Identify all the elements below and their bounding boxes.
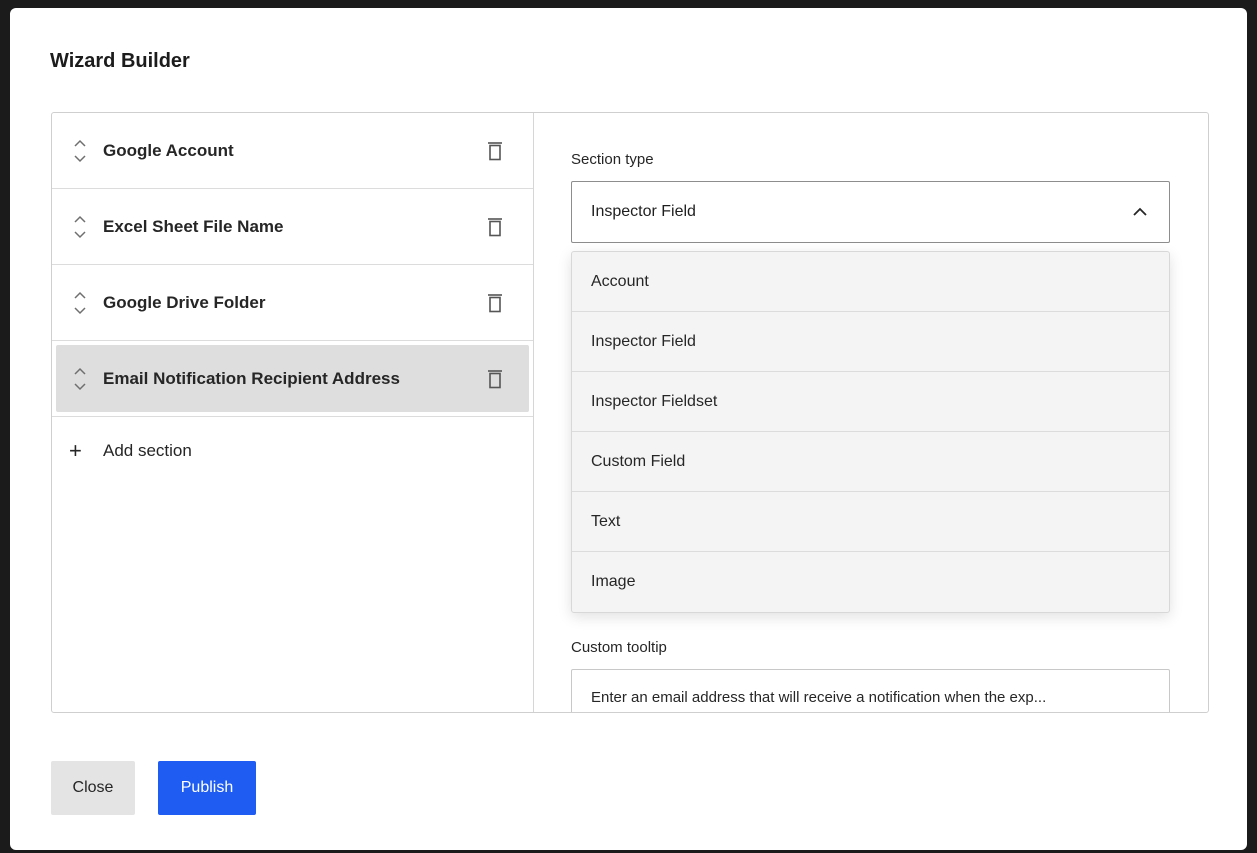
section-label: Email Notification Recipient Address [103, 368, 400, 388]
dropdown-option-inspector-fieldset[interactable]: Inspector Fieldset [572, 372, 1169, 432]
close-button[interactable]: Close [51, 761, 135, 815]
drag-sort-icon[interactable] [73, 212, 87, 242]
section-row[interactable]: Excel Sheet File Name [52, 189, 533, 265]
section-type-dropdown: Account Inspector Field Inspector Fields… [571, 251, 1170, 613]
section-row-selected[interactable]: Email Notification Recipient Address [52, 341, 533, 417]
dropdown-option-image[interactable]: Image [572, 552, 1169, 612]
custom-tooltip-label: Custom tooltip [571, 639, 667, 656]
sections-list: Google Account Excel Sheet File Name Goo… [52, 113, 534, 712]
add-section-label: Add section [103, 441, 192, 460]
trash-icon[interactable] [485, 291, 505, 315]
builder-panel: Google Account Excel Sheet File Name Goo… [51, 112, 1209, 713]
section-label: Excel Sheet File Name [103, 216, 284, 236]
drag-sort-icon[interactable] [73, 288, 87, 318]
trash-icon[interactable] [485, 367, 505, 391]
section-type-value: Inspector Field [591, 203, 696, 220]
publish-button[interactable]: Publish [158, 761, 256, 815]
section-row[interactable]: Google Account [52, 113, 533, 189]
drag-sort-icon[interactable] [73, 136, 87, 166]
section-type-label: Section type [571, 151, 654, 168]
dropdown-option-custom-field[interactable]: Custom Field [572, 432, 1169, 492]
section-label: Google Account [103, 140, 234, 160]
wizard-builder-dialog: Wizard Builder Google Account Excel Shee… [10, 8, 1247, 850]
plus-icon: + [69, 438, 82, 463]
trash-icon[interactable] [485, 215, 505, 239]
dialog-title: Wizard Builder [50, 50, 190, 72]
dropdown-option-text[interactable]: Text [572, 492, 1169, 552]
trash-icon[interactable] [485, 139, 505, 163]
custom-tooltip-input[interactable]: Enter an email address that will receive… [571, 669, 1170, 712]
section-row[interactable]: Google Drive Folder [52, 265, 533, 341]
dropdown-option-account[interactable]: Account [572, 252, 1169, 312]
add-section-button[interactable]: + Add section [52, 417, 533, 485]
section-label: Google Drive Folder [103, 292, 266, 312]
dropdown-option-inspector-field[interactable]: Inspector Field [572, 312, 1169, 372]
section-editor: Section type Inspector Field Account Ins… [535, 113, 1208, 712]
section-type-select[interactable]: Inspector Field [571, 181, 1170, 243]
chevron-up-icon [1131, 203, 1149, 221]
drag-sort-icon[interactable] [73, 364, 87, 394]
